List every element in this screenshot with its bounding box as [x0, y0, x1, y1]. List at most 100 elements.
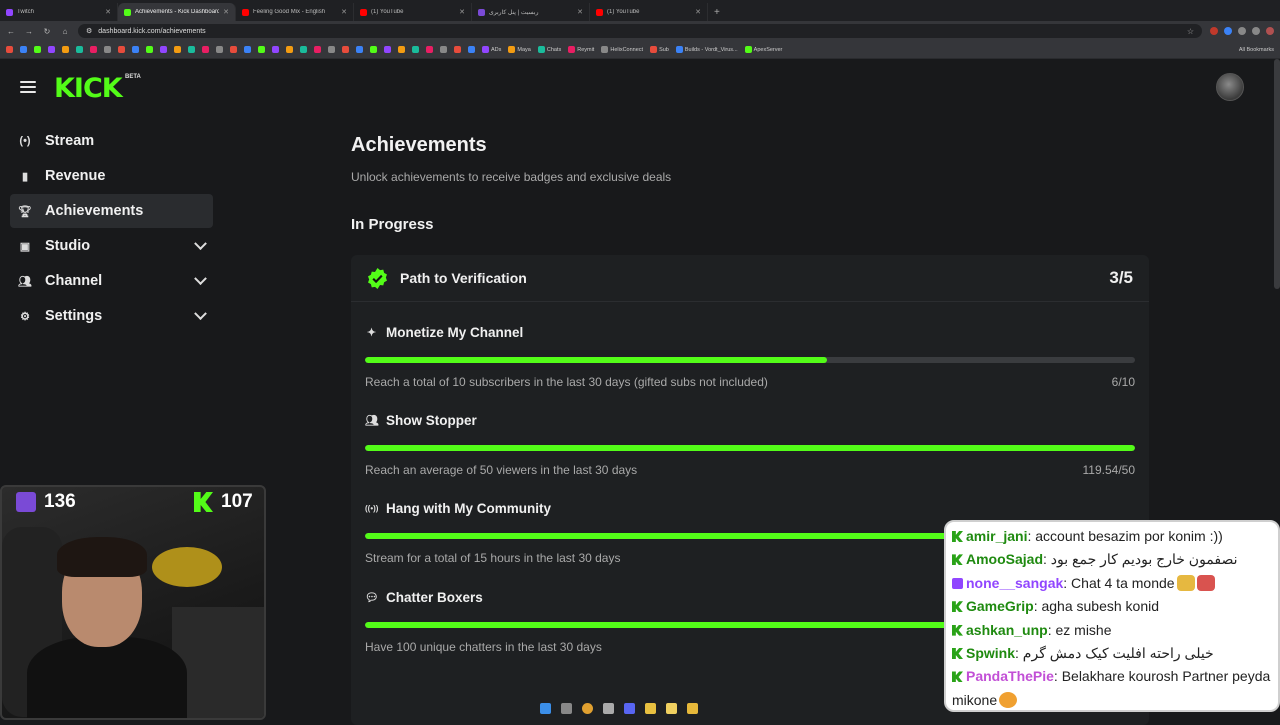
url-bar[interactable]: ⚙ dashboard.kick.com/achievements ☆: [78, 24, 1202, 38]
extension-icon[interactable]: [1210, 27, 1218, 35]
browser-tab[interactable]: Twitch ✕: [0, 3, 118, 21]
sidebar-item-revenue[interactable]: ▮ Revenue: [10, 159, 213, 193]
bookmark-icon[interactable]: [356, 46, 363, 53]
bookmark-icon[interactable]: [6, 46, 13, 53]
sidebar-item-studio[interactable]: ▣ Studio: [10, 229, 213, 263]
bookmark-icon[interactable]: [272, 46, 279, 53]
browser-tab[interactable]: (1) YouTube ✕: [590, 3, 708, 21]
search-icon[interactable]: [561, 702, 572, 714]
extension-icon[interactable]: [1224, 27, 1232, 35]
kick-logo[interactable]: KICK: [54, 73, 123, 104]
user-avatar[interactable]: [1216, 73, 1244, 101]
chevron-down-icon[interactable]: [194, 236, 207, 250]
achievement-item: 👥︎ Show Stopper Reach an average of 50 vie…: [365, 413, 1135, 477]
windows-start-icon[interactable]: [540, 702, 551, 714]
bookmark-icon[interactable]: [370, 46, 377, 53]
bookmark-icon[interactable]: [188, 46, 195, 53]
bookmark-star-icon[interactable]: ☆: [1187, 27, 1194, 36]
browser-tab[interactable]: Feeling Good Mix - English ✕: [236, 3, 354, 21]
close-icon[interactable]: ✕: [223, 8, 229, 16]
bookmark-icon[interactable]: [300, 46, 307, 53]
bookmark-icon[interactable]: [174, 46, 181, 53]
bookmark-item[interactable]: Builds - Vordt_Virus...: [675, 46, 738, 53]
bookmark-icon[interactable]: [384, 46, 391, 53]
bookmark-icon[interactable]: [398, 46, 405, 53]
bookmark-icon[interactable]: [314, 46, 321, 53]
bookmark-icon[interactable]: [146, 46, 153, 53]
sidebar-item-label: Channel: [45, 273, 103, 289]
discord-icon[interactable]: [624, 702, 635, 714]
bookmark-icon[interactable]: [426, 46, 433, 53]
close-icon[interactable]: ✕: [459, 8, 465, 16]
bookmark-icon[interactable]: [48, 46, 55, 53]
site-info-icon[interactable]: ⚙: [86, 27, 92, 35]
bookmark-icon[interactable]: [160, 46, 167, 53]
chevron-down-icon[interactable]: [194, 271, 207, 285]
verified-badge-icon: [366, 267, 389, 290]
bookmark-item[interactable]: ApexServer: [744, 46, 782, 53]
card-header: Path to Verification 3/5: [351, 255, 1149, 302]
bookmark-icon[interactable]: [132, 46, 139, 53]
chevron-down-icon[interactable]: [194, 306, 207, 320]
reload-icon[interactable]: ↻: [42, 27, 52, 36]
bookmark-item[interactable]: Reymit: [568, 46, 594, 53]
bookmark-icon[interactable]: [468, 46, 475, 53]
bookmark-icon[interactable]: [20, 46, 27, 53]
page-scrollbar[interactable]: [1274, 59, 1280, 289]
all-bookmarks[interactable]: All Bookmarks: [1239, 47, 1274, 53]
kick-viewers: 107: [194, 491, 253, 513]
bookmark-icon[interactable]: [440, 46, 447, 53]
file-explorer-icon[interactable]: [645, 702, 656, 714]
back-icon[interactable]: ←: [6, 27, 16, 36]
bookmark-icon[interactable]: [230, 46, 237, 53]
bookmark-icon[interactable]: [412, 46, 419, 53]
bookmark-item[interactable]: ADs: [482, 46, 501, 53]
achievement-name: Monetize My Channel: [386, 325, 524, 340]
bookmark-icon[interactable]: [104, 46, 111, 53]
bookmark-icon[interactable]: [34, 46, 41, 53]
sidebar-item-achievements[interactable]: 🏆︎ Achievements: [10, 194, 213, 228]
bookmark-icon[interactable]: [90, 46, 97, 53]
bookmark-icon[interactable]: [76, 46, 83, 53]
forward-icon[interactable]: →: [24, 27, 34, 36]
folder-icon[interactable]: [687, 702, 698, 714]
chrome-icon[interactable]: [582, 702, 593, 714]
kick-viewer-count: 107: [221, 491, 253, 512]
extension-icon[interactable]: [1238, 27, 1246, 35]
extension-icon[interactable]: [1252, 27, 1260, 35]
home-icon[interactable]: ⌂: [60, 27, 70, 36]
profile-avatar-icon[interactable]: [1266, 27, 1274, 35]
bookmark-icon[interactable]: [244, 46, 251, 53]
bookmark-icon[interactable]: [328, 46, 335, 53]
achievement-progress-text: 119.54/50: [1082, 463, 1136, 477]
new-tab-icon[interactable]: +: [708, 3, 726, 21]
menu-icon[interactable]: [20, 81, 36, 93]
studio-icon: ▣: [19, 240, 31, 253]
notes-icon[interactable]: [666, 702, 677, 714]
sidebar-item-stream[interactable]: (•) Stream: [10, 124, 213, 158]
bookmark-icon[interactable]: [342, 46, 349, 53]
close-icon[interactable]: ✕: [577, 8, 583, 16]
browser-tab[interactable]: ربسیت | پنل کاربری ✕: [472, 3, 590, 21]
close-icon[interactable]: ✕: [341, 8, 347, 16]
bookmark-icon[interactable]: [216, 46, 223, 53]
bookmark-item[interactable]: Maya: [508, 46, 531, 53]
close-icon[interactable]: ✕: [695, 8, 701, 16]
bookmark-icon[interactable]: [62, 46, 69, 53]
background-lamp: [152, 547, 222, 587]
sidebar-item-channel[interactable]: 👥︎ Channel: [10, 264, 213, 298]
sidebar-item-settings[interactable]: ⚙ Settings: [10, 299, 213, 333]
app-icon[interactable]: [603, 702, 614, 714]
browser-tab[interactable]: Achievements - Kick Dashboard ✕: [118, 3, 236, 21]
bookmark-icon[interactable]: [118, 46, 125, 53]
bookmark-icon[interactable]: [454, 46, 461, 53]
bookmark-icon[interactable]: [258, 46, 265, 53]
bookmark-item[interactable]: Sub: [650, 46, 669, 53]
bookmark-item[interactable]: HelixConnect: [601, 46, 643, 53]
chat-message: amir_jani: account besazim por konim :)): [952, 525, 1272, 548]
browser-tab[interactable]: (1) YouTube ✕: [354, 3, 472, 21]
bookmark-icon[interactable]: [202, 46, 209, 53]
close-icon[interactable]: ✕: [105, 8, 111, 16]
bookmark-icon[interactable]: [286, 46, 293, 53]
bookmark-item[interactable]: Chats: [537, 46, 561, 53]
